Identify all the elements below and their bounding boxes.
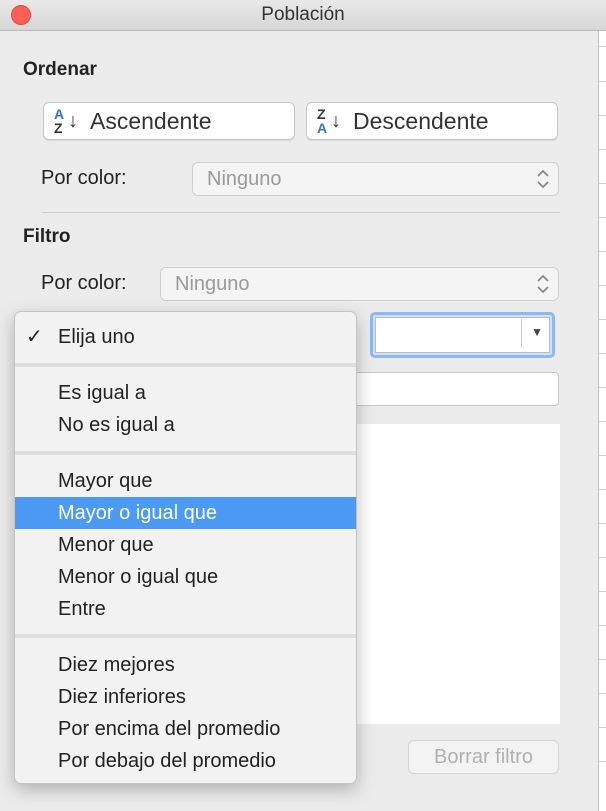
menu-item-label: Entre xyxy=(58,598,106,620)
sort-by-color-value: Ninguno xyxy=(207,168,282,190)
sort-ascending-button[interactable]: A Z ↓ Ascendente xyxy=(43,102,295,140)
sheet-cell xyxy=(598,319,606,352)
sort-az-icon-bottom: Z xyxy=(54,120,63,136)
menu-item-less-or-equal[interactable]: Menor o igual que xyxy=(15,561,356,593)
filter-section-title: Filtro xyxy=(23,226,71,247)
sheet-cell xyxy=(598,523,606,556)
filter-by-color-value: Ninguno xyxy=(175,273,250,295)
sheet-cell xyxy=(598,217,606,250)
sheet-cell xyxy=(598,251,606,284)
filter-value-input[interactable] xyxy=(340,372,559,406)
sheet-cell xyxy=(598,81,606,114)
dropdown-triangle-icon[interactable]: ▼ xyxy=(531,325,543,339)
menu-item-label: Menor que xyxy=(58,534,154,556)
filter-by-color-select[interactable]: Ninguno xyxy=(160,267,559,301)
menu-item-label: Mayor que xyxy=(58,470,153,492)
section-divider xyxy=(42,212,560,213)
menu-item-label: Por debajo del promedio xyxy=(58,750,276,772)
sheet-cell xyxy=(598,557,606,590)
sort-section-title: Ordenar xyxy=(23,59,97,80)
sheet-cell xyxy=(598,761,606,794)
menu-item-less-than[interactable]: Menor que xyxy=(15,529,356,561)
updown-chevron-icon xyxy=(536,168,550,190)
menu-item-not-equals[interactable]: No es igual a xyxy=(15,409,356,441)
menu-item-label: Menor o igual que xyxy=(58,566,219,588)
sheet-cell xyxy=(598,387,606,420)
sheet-cell xyxy=(598,149,606,182)
sort-descending-label: Descendente xyxy=(353,107,489,134)
sort-descending-button[interactable]: Z A ↓ Descendente xyxy=(306,102,558,140)
sheet-cell xyxy=(598,115,606,148)
menu-item-above-average[interactable]: Por encima del promedio xyxy=(15,713,356,745)
title-bar: Población xyxy=(0,0,606,31)
filter-by-color-label: Por color: xyxy=(41,272,127,294)
filter-values-list[interactable] xyxy=(340,424,560,724)
menu-item-equals[interactable]: Es igual a xyxy=(15,377,356,409)
sheet-cell xyxy=(598,421,606,454)
sheet-cell xyxy=(598,659,606,692)
sheet-cell xyxy=(598,285,606,318)
menu-separator xyxy=(15,634,356,638)
filter-color-combo-field[interactable] xyxy=(375,317,550,353)
menu-item-label: Diez inferiores xyxy=(58,686,186,708)
checkmark-icon: ✓ xyxy=(26,326,43,348)
menu-item-choose-one[interactable]: ✓ Elija uno xyxy=(15,321,356,353)
sort-za-icon-bottom: A xyxy=(317,120,328,136)
clear-filter-button[interactable]: Borrar filtro xyxy=(408,740,559,774)
background-spreadsheet xyxy=(598,31,606,811)
menu-separator xyxy=(15,451,356,455)
menu-item-greater-or-equal[interactable]: Mayor o igual que xyxy=(15,497,356,529)
menu-item-label: Diez mejores xyxy=(58,654,175,676)
sheet-cell xyxy=(598,489,606,522)
sort-az-icon: A Z ↓ xyxy=(54,106,78,136)
menu-item-label: Por encima del promedio xyxy=(58,718,281,740)
sort-by-color-label: Por color: xyxy=(41,167,127,189)
menu-item-between[interactable]: Entre xyxy=(15,593,356,625)
sort-za-icon-top: Z xyxy=(317,106,326,122)
menu-item-below-average[interactable]: Por debajo del promedio xyxy=(15,745,356,777)
sort-ascending-label: Ascendente xyxy=(90,107,212,134)
sheet-cell xyxy=(598,455,606,488)
sort-by-color-select[interactable]: Ninguno xyxy=(192,162,559,196)
sheet-cell xyxy=(598,591,606,624)
sort-az-icon-top: A xyxy=(54,106,65,122)
sort-za-icon: Z A ↓ xyxy=(317,106,341,136)
sheet-cell xyxy=(598,727,606,760)
menu-item-label: Elija uno xyxy=(58,326,135,348)
menu-item-label: No es igual a xyxy=(58,414,175,436)
combo-separator xyxy=(521,319,522,347)
updown-chevron-icon xyxy=(536,273,550,295)
sheet-cell xyxy=(598,625,606,658)
menu-item-bottom-ten[interactable]: Diez inferiores xyxy=(15,681,356,713)
condition-dropdown-menu[interactable]: ✓ Elija uno Es igual a No es igual a May… xyxy=(14,311,357,784)
menu-separator xyxy=(15,363,356,367)
window-title: Población xyxy=(261,4,345,25)
menu-item-greater-than[interactable]: Mayor que xyxy=(15,465,356,497)
filter-color-combo[interactable]: ▼ xyxy=(370,312,555,358)
menu-item-label: Es igual a xyxy=(58,382,146,404)
sheet-cell xyxy=(598,693,606,726)
menu-item-label: Mayor o igual que xyxy=(58,502,217,524)
sheet-cell xyxy=(598,353,606,386)
menu-item-top-ten[interactable]: Diez mejores xyxy=(15,649,356,681)
sheet-cell xyxy=(598,46,606,79)
sheet-cell xyxy=(598,183,606,216)
